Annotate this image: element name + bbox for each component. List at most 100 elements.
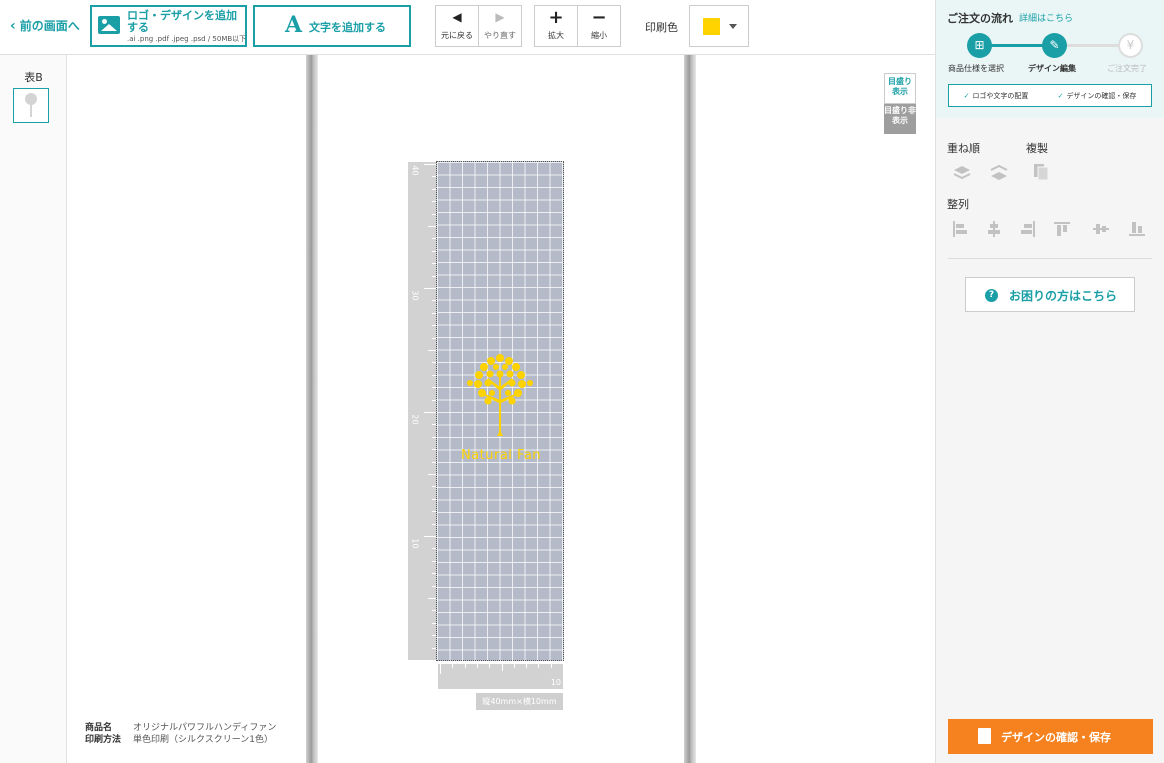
ruler-label-40: 40 (410, 165, 420, 176)
ruler-tick (550, 664, 552, 668)
ruler-tick (428, 226, 436, 227)
sub-steps: ✓ ロゴや文字の配置 ✓ デザインの確認・保存 (948, 84, 1152, 107)
align-center-icon[interactable] (984, 219, 1004, 239)
ruler-tick (464, 664, 466, 668)
grid-toggle[interactable]: 目盛り表示 目盛り非表示 (884, 73, 916, 134)
vertical-ruler: 40 30 20 10 (408, 162, 436, 661)
product-name-value: オリジナルパワフルハンディファン (133, 723, 277, 733)
chevron-down-icon (729, 24, 737, 29)
ruler-h-label: 10 (550, 678, 561, 687)
redo-button[interactable]: ▶ やり直す (479, 6, 521, 46)
undo-button[interactable]: ◀ 元に戻る (436, 6, 479, 46)
size-label: 縦40mm×横10mm (476, 693, 563, 710)
align-label: 整列 (947, 198, 969, 211)
send-backward-icon[interactable] (989, 163, 1009, 183)
grid-show-button[interactable]: 目盛り表示 (884, 73, 916, 104)
redo-label: やり直す (484, 31, 516, 40)
face-thumbnail[interactable] (13, 88, 49, 123)
zoom-out-label: 縮小 (591, 31, 607, 40)
align-middle-icon[interactable] (1091, 219, 1111, 239)
align-top-icon[interactable] (1052, 219, 1072, 239)
top-toolbar: ‹ 前の画面へ ロゴ・デザインを追加する .ai .png .pdf .jpeg… (0, 0, 935, 55)
ruler-tick (428, 598, 436, 599)
question-icon: ? (985, 289, 998, 302)
step-label-3: ご注文完了 (1107, 64, 1147, 73)
image-icon (98, 16, 120, 34)
zoom-in-label: 拡大 (548, 31, 564, 40)
undo-arrow-icon: ◀ (452, 10, 462, 24)
check-icon: ✓ (1057, 91, 1064, 100)
ruler-tick (424, 412, 436, 413)
confirm-save-button[interactable]: デザインの確認・保存 (948, 719, 1153, 754)
print-color-label: 印刷色 (645, 21, 678, 34)
ruler-label-20: 20 (410, 414, 420, 425)
ruler-tick (489, 664, 491, 668)
ruler-tick (476, 664, 478, 668)
align-right-icon[interactable] (1018, 219, 1038, 239)
thumbnail-head (25, 93, 37, 105)
ruler-tick (428, 474, 436, 475)
chevron-left-icon: ‹ (10, 17, 16, 34)
bring-forward-icon[interactable] (952, 163, 972, 183)
step-label-2: デザイン編集 (1028, 64, 1076, 73)
color-swatch (703, 18, 720, 35)
product-info: 商品名 オリジナルパワフルハンディファン 印刷方法 単色印刷（シルクスクリーン1… (85, 722, 276, 746)
panel-divider (948, 258, 1152, 259)
zoom-out-button[interactable]: − 縮小 (578, 6, 620, 46)
gift-icon: ⊞ (967, 33, 992, 58)
order-flow: ご注文の流れ 詳細はこちら ⊞ ✎ ¥ 商品仕様を選択 デザイン編集 ご注文完了… (936, 0, 1164, 118)
sub-step-1-label: ロゴや文字の配置 (972, 91, 1029, 100)
grid-hide-button[interactable]: 目盛り非表示 (884, 104, 916, 134)
tree-logo[interactable] (460, 352, 540, 442)
print-color-select[interactable] (689, 5, 749, 47)
sub-step-2-label: デザインの確認・保存 (1066, 91, 1137, 100)
horizontal-ruler: 10 (438, 664, 564, 689)
ruler-tick (538, 664, 540, 668)
logo-text[interactable]: Natural Fan (451, 448, 551, 463)
step-label-1: 商品仕様を選択 (948, 64, 1004, 73)
ruler-label-10: 10 (410, 538, 420, 549)
fan-edge-left (306, 55, 318, 763)
help-label: お困りの方はこちら (1009, 289, 1118, 303)
yen-icon: ¥ (1118, 33, 1143, 58)
thumbnail-stem (30, 105, 32, 117)
ruler-tick (513, 664, 515, 668)
layer-order-label: 重ね順 (947, 142, 980, 155)
duplicate-label: 複製 (1026, 142, 1048, 155)
ruler-tick (424, 660, 436, 661)
help-button[interactable]: ? お困りの方はこちら (965, 277, 1135, 312)
undo-label: 元に戻る (441, 31, 473, 40)
ruler-tick (452, 664, 454, 668)
zoom-group: + 拡大 − 縮小 (534, 5, 621, 47)
flow-detail-link[interactable]: 詳細はこちら (1019, 11, 1073, 24)
plus-icon: + (548, 7, 564, 28)
history-group: ◀ 元に戻る ▶ やり直す (435, 5, 522, 47)
add-text-label: 文字を追加する (309, 21, 386, 34)
print-method-key: 印刷方法 (85, 735, 122, 745)
ruler-tick (424, 536, 436, 537)
ruler-tick (501, 664, 503, 671)
zoom-in-button[interactable]: + 拡大 (535, 6, 578, 46)
ruler-tick (526, 664, 528, 668)
add-logo-label: ロゴ・デザインを追加する (127, 9, 237, 34)
minus-icon: − (591, 7, 607, 28)
fan-edge-right (684, 55, 696, 763)
back-link[interactable]: ‹ 前の画面へ (10, 17, 80, 34)
ruler-tick (428, 350, 436, 351)
sub-step-1: ✓ ロゴや文字の配置 (964, 91, 1029, 101)
add-logo-button[interactable]: ロゴ・デザインを追加する .ai .png .pdf .jpeg .psd / … (90, 5, 247, 47)
document-search-icon (978, 728, 991, 744)
add-logo-filetypes: .ai .png .pdf .jpeg .psd / 50MB以下 (127, 35, 247, 43)
design-canvas[interactable]: 40 30 20 10 10 Natural Fan 縦40mm×横10mm 目… (67, 55, 935, 763)
add-text-button[interactable]: A 文字を追加する (253, 5, 411, 47)
ruler-tick (563, 664, 564, 674)
properties-panel: ご注文の流れ 詳細はこちら ⊞ ✎ ¥ 商品仕様を選択 デザイン編集 ご注文完了… (935, 0, 1164, 763)
flow-title: ご注文の流れ (947, 12, 1013, 25)
align-bottom-icon[interactable] (1127, 219, 1147, 239)
check-icon: ✓ (963, 91, 970, 100)
confirm-save-label: デザインの確認・保存 (1001, 731, 1111, 744)
ruler-tick (440, 664, 441, 674)
duplicate-icon[interactable] (1031, 162, 1051, 182)
align-left-icon[interactable] (950, 219, 970, 239)
redo-arrow-icon: ▶ (495, 10, 505, 24)
